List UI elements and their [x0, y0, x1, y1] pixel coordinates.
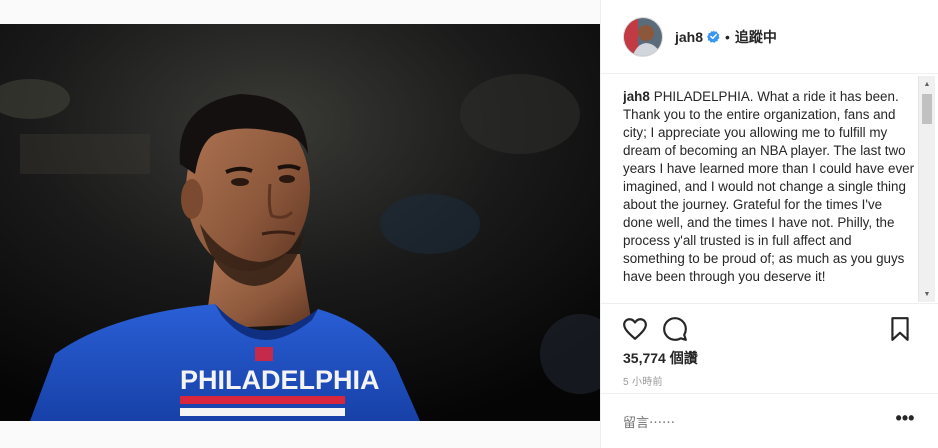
scroll-up-arrow-icon[interactable]: ▲ [919, 76, 935, 92]
verified-badge-icon [707, 30, 720, 43]
caption-text: PHILADELPHIA. What a ride it has been. T… [623, 89, 915, 284]
bookmark-icon[interactable] [887, 316, 913, 342]
scroll-thumb[interactable] [922, 94, 932, 124]
avatar[interactable] [623, 16, 663, 57]
instagram-post-window: PHILADELPHIA jah8 • 追蹤中 jah8 PHILADELPHI… [0, 0, 938, 448]
post-username[interactable]: jah8 [675, 29, 703, 45]
post-detail-panel: jah8 • 追蹤中 jah8 PHILADELPHIA. What a ride… [600, 0, 938, 448]
post-header: jah8 • 追蹤中 [601, 0, 938, 74]
player-photo-illustration: PHILADELPHIA [0, 24, 600, 421]
caption-scrollbar[interactable]: ▲ ▼ [918, 76, 935, 302]
action-bar [601, 303, 938, 349]
avatar-image [624, 17, 662, 56]
heart-icon[interactable] [622, 316, 648, 342]
jersey-text: PHILADELPHIA [180, 365, 380, 395]
comment-bar: ••• [601, 393, 938, 448]
speech-bubble-icon[interactable] [662, 316, 688, 342]
caption-username[interactable]: jah8 [623, 89, 650, 104]
post-timestamp[interactable]: 5 小時前 [623, 373, 663, 388]
caption: jah8 PHILADELPHIA. What a ride it has bee… [623, 88, 915, 302]
comment-input[interactable] [623, 412, 873, 432]
like-count[interactable]: 35,774 個讚 [623, 348, 698, 368]
more-options-button[interactable]: ••• [893, 409, 917, 432]
following-button[interactable]: 追蹤中 [735, 27, 777, 47]
separator-dot: • [725, 28, 730, 45]
post-photo[interactable]: PHILADELPHIA [0, 24, 600, 421]
scroll-down-arrow-icon[interactable]: ▼ [919, 286, 935, 302]
